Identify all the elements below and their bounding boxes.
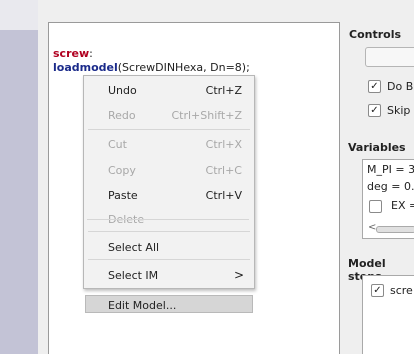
left-panel-bar xyxy=(0,30,38,354)
menu-item-label: Redo xyxy=(108,109,136,122)
variable-line: M_PI = 3 xyxy=(367,163,414,176)
menu-item-shortcut: Ctrl+Z xyxy=(205,84,242,97)
code-args: (ScrewDINHexa, Dn=8); xyxy=(117,61,250,74)
variable-label: EX = xyxy=(391,199,414,212)
code-function: loadmodel xyxy=(53,61,118,74)
code-colon: : xyxy=(89,47,93,60)
menu-separator xyxy=(88,259,250,260)
menu-item-label: Cut xyxy=(108,138,127,151)
menu-item-paste[interactable]: Paste Ctrl+V xyxy=(84,186,254,204)
checkbox-label: Do B xyxy=(387,80,414,93)
code-line-2: loadmodel(ScrewDINHexa, Dn=8); xyxy=(53,61,250,74)
menu-item-cut[interactable]: Cut Ctrl+X xyxy=(84,135,254,153)
menu-item-shortcut: Ctrl+X xyxy=(205,138,242,151)
model-steps-panel[interactable]: ✓ scre xyxy=(362,275,414,354)
checkbox-check-icon: ✓ xyxy=(368,104,381,117)
code-line-1: screw: xyxy=(53,47,93,60)
checkbox-label: Skip xyxy=(387,104,411,117)
checkbox-check-icon: ✓ xyxy=(368,80,381,93)
context-menu: Undo Ctrl+Z Redo Ctrl+Shift+Z Cut Ctrl+X… xyxy=(83,75,255,289)
model-step-label: scre xyxy=(390,284,413,297)
menu-item-label: Edit Model... xyxy=(108,299,177,312)
menu-item-edit-model[interactable]: Edit Model... xyxy=(85,295,253,313)
menu-item-select-all[interactable]: Select All xyxy=(84,238,254,256)
menu-item-shortcut: Ctrl+C xyxy=(205,164,242,177)
left-panel xyxy=(0,0,38,354)
menu-item-shortcut: Ctrl+V xyxy=(205,189,242,202)
menu-item-select-im[interactable]: Select IM > xyxy=(84,266,254,284)
menu-item-label: Undo xyxy=(108,84,137,97)
menu-item-label: Select IM xyxy=(108,269,159,282)
menu-item-undo[interactable]: Undo Ctrl+Z xyxy=(84,81,254,99)
left-panel-header xyxy=(0,0,38,30)
menu-item-redo[interactable]: Redo Ctrl+Shift+Z xyxy=(84,106,254,124)
controls-title: Controls xyxy=(349,28,402,41)
scroll-thumb[interactable] xyxy=(376,226,414,233)
variables-scrollbar[interactable]: < xyxy=(368,222,414,234)
menu-item-shortcut: Ctrl+Shift+Z xyxy=(171,109,242,122)
submenu-arrow-icon: > xyxy=(233,268,244,282)
variables-title: Variables xyxy=(348,141,406,154)
checkbox-check-icon: ✓ xyxy=(371,284,384,297)
checkbox-unchecked-icon xyxy=(369,200,382,213)
menu-item-label: Paste xyxy=(108,189,138,202)
menu-separator xyxy=(88,129,250,130)
controls-button[interactable] xyxy=(365,47,414,67)
menu-item-label: Copy xyxy=(108,164,136,177)
menu-separator xyxy=(87,219,249,220)
menu-item-copy[interactable]: Copy Ctrl+C xyxy=(84,161,254,179)
menu-item-label: Select All xyxy=(108,241,160,254)
code-label: screw xyxy=(53,47,90,60)
menu-separator xyxy=(88,231,250,232)
variable-line: deg = 0.0 xyxy=(367,180,414,193)
